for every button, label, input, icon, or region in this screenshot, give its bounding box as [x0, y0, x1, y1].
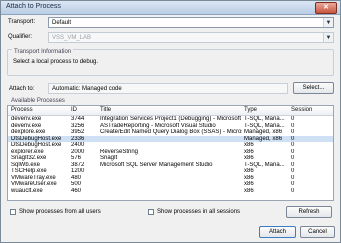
cell-session: 0 — [291, 168, 295, 174]
cell-session: 0 — [291, 116, 295, 122]
cell-title: ASTradeReporting - Microsoft Visual Stud… — [100, 122, 216, 129]
qualifier-value: VSS_VM_LAB — [52, 35, 92, 41]
attach-button[interactable]: Attach — [259, 226, 296, 238]
cell-session: 0 — [291, 135, 295, 142]
cell-type: Managed, x86 — [244, 135, 283, 142]
cell-id: 500 — [71, 181, 82, 187]
table-row[interactable]: wuauclt.exe 460 x86 0 — [8, 188, 333, 195]
cell-type: x86 — [244, 148, 254, 155]
cell-type: T-SQL, Mana... — [244, 161, 285, 168]
cell-process: SnagIt32.exe — [11, 155, 47, 161]
cell-session: 0 — [291, 148, 295, 155]
cell-process: VMwareUser.exe — [11, 181, 57, 187]
column-header-session[interactable]: Session — [291, 107, 312, 113]
cell-type: x86 — [244, 168, 254, 174]
select-button[interactable]: Select... — [293, 82, 334, 94]
qualifier-label: Qualifier: — [8, 34, 33, 40]
cell-title: Integration Services Project1 (Debugging… — [100, 116, 242, 122]
cell-id: 460 — [71, 187, 82, 194]
available-processes-heading: Available Processes — [11, 98, 65, 104]
cell-title: ReverseString — [100, 148, 139, 155]
cell-session: 0 — [291, 142, 295, 148]
attach-to-value: Automatic: Managed code — [52, 86, 122, 92]
column-header-id[interactable]: ID — [71, 107, 77, 113]
cell-process: explorer.exe — [11, 148, 44, 155]
chevron-down-icon: ▼ — [323, 33, 333, 42]
processes-table[interactable]: Process ID Title Type Session devenv.exe… — [7, 105, 334, 201]
cell-process: SqlWb.exe — [11, 161, 41, 168]
cancel-button[interactable]: Cancel — [300, 226, 335, 238]
title-bar: Attach to Process ✕ — [1, 1, 340, 15]
cell-process: wuauclt.exe — [11, 187, 43, 194]
cell-type: Managed, x86 — [244, 129, 283, 135]
cell-session: 0 — [291, 161, 295, 168]
cell-type: T-SQL, Mana... — [244, 116, 285, 122]
cell-process: devenv.exe — [11, 122, 42, 129]
transport-dropdown[interactable]: Default ▼ — [48, 17, 334, 28]
cell-id: 480 — [71, 174, 82, 181]
cell-title: Microsoft SQL Server Management Studio — [100, 161, 213, 168]
cell-type: x86 — [244, 155, 254, 161]
attach-to-process-dialog: Attach to Process ✕ Transport: Default ▼… — [0, 0, 341, 243]
cell-type: T-SQL, Mana... — [244, 122, 285, 129]
show-all-users-label: Show processes from all users — [19, 209, 101, 215]
transport-info-group: Transport Information Select a local pro… — [7, 49, 334, 76]
cell-id: 3952 — [71, 129, 85, 135]
qualifier-dropdown[interactable]: VSS_VM_LAB ▼ — [48, 32, 334, 43]
cell-id: 2400 — [71, 142, 85, 148]
cell-id: 3872 — [71, 161, 85, 168]
cell-id: 1200 — [71, 168, 85, 174]
refresh-button[interactable]: Refresh — [286, 206, 332, 218]
window-title: Attach to Process — [6, 3, 61, 10]
cell-title: Create/Edit Named Query Dialog Box (SSAS… — [100, 129, 242, 135]
cell-id: 3744 — [71, 116, 85, 122]
show-all-users-checkbox[interactable] — [10, 209, 16, 215]
cell-process: TSCHelp.exe — [11, 168, 47, 174]
cell-process: devenv.exe — [11, 116, 42, 122]
chevron-down-icon: ▼ — [323, 18, 333, 27]
cell-id: 2336 — [71, 135, 85, 142]
cell-process: VMwareTray.exe — [11, 174, 56, 181]
cell-session: 0 — [291, 129, 295, 135]
cell-type: x86 — [244, 187, 254, 194]
cell-process: dexplore.exe — [11, 129, 46, 135]
show-all-sessions-checkbox[interactable] — [148, 209, 154, 215]
cell-process: DtsDebugHost.exe — [11, 142, 62, 148]
transport-value: Default — [52, 20, 72, 26]
transport-info-heading: Transport Information — [12, 49, 74, 55]
cell-process: DtsDebugHost.exe — [11, 135, 62, 142]
cell-type: x86 — [244, 181, 254, 187]
column-header-process[interactable]: Process — [11, 107, 33, 113]
cell-id: 2000 — [71, 148, 85, 155]
close-button[interactable]: ✕ — [315, 2, 337, 14]
cell-id: 3256 — [71, 122, 85, 129]
cell-title: SnagIt — [100, 155, 118, 161]
show-all-sessions-label: Show processes in all sessions — [157, 209, 241, 215]
attach-to-field: Automatic: Managed code — [48, 83, 288, 94]
cell-session: 0 — [291, 122, 295, 129]
cell-session: 0 — [291, 181, 295, 187]
table-header: Process ID Title Type Session — [8, 106, 333, 116]
cell-session: 0 — [291, 155, 295, 161]
cell-session: 0 — [291, 187, 295, 194]
cell-id: 576 — [71, 155, 82, 161]
transport-label: Transport: — [8, 19, 36, 25]
column-header-type[interactable]: Type — [244, 107, 257, 113]
cell-type: x86 — [244, 174, 254, 181]
transport-info-text: Select a local process to debug. — [13, 59, 99, 65]
cell-type: x86 — [244, 142, 254, 148]
attach-to-label: Attach to: — [9, 86, 35, 92]
cell-session: 0 — [291, 174, 295, 181]
column-header-title[interactable]: Title — [100, 107, 111, 113]
